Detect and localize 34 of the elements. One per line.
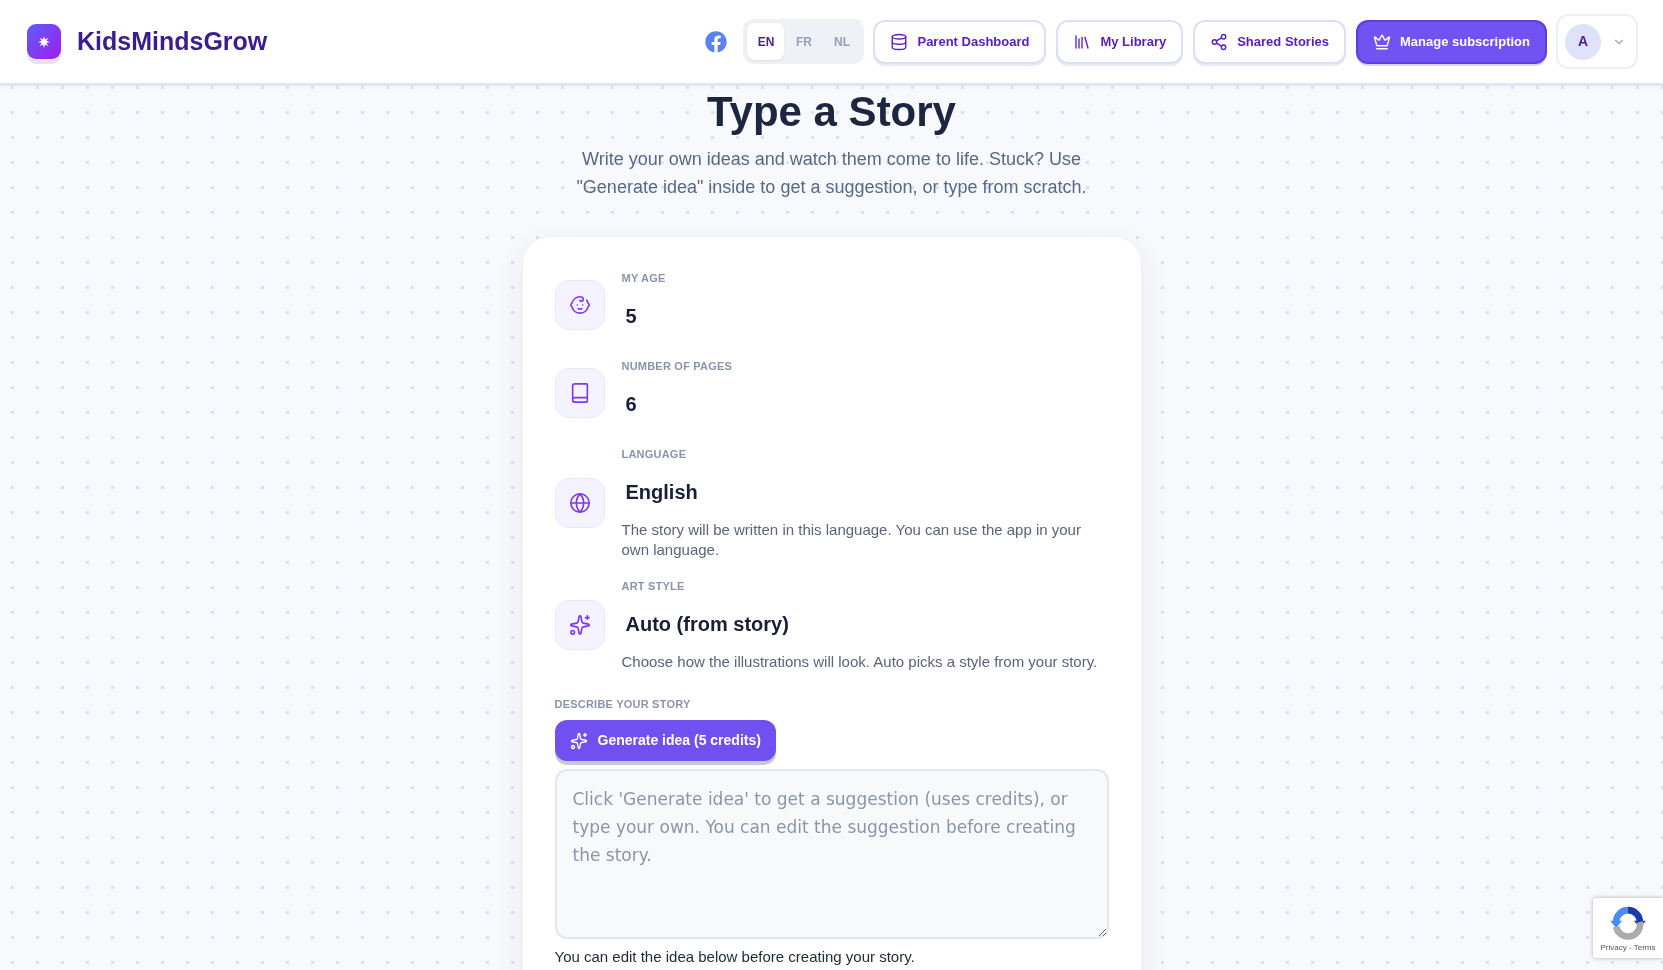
books-icon [1073,32,1092,51]
nav-button[interactable]: Manage subscription [1355,19,1547,64]
section-label: DESCRIBE YOUR STORY [554,697,691,712]
field-label: ART STYLE [621,579,686,594]
field-hint: Choose how the illustrations will look. Auto picks a style from your story. [621,652,1099,672]
field-value: English [624,480,699,505]
crown-icon [1372,32,1391,51]
share-icon [1210,32,1229,51]
logo-text[interactable]: KidsMindsGrow [77,22,268,61]
sparkles-icon [569,731,588,750]
page-title: Type a Story [707,87,956,137]
field-value: Auto (from story) [624,612,790,637]
field-label: NUMBER OF PAGES [621,359,734,374]
page-subtitle: Write your own ideas and watch them come to life. Stuck? Use "Generate idea" inside to get a suggestion, or type from scratch. [575,148,1088,199]
nav-button[interactable]: My Library [1056,19,1184,64]
avatar: A [1565,23,1601,60]
field-value: 6 [624,392,638,417]
database-icon [890,32,909,51]
baby-face-icon [554,280,605,330]
language-tab[interactable]: EN [747,23,785,60]
globe-icon [554,478,605,528]
user-menu-button[interactable]: A [1556,14,1638,69]
story-textarea[interactable]: Click 'Generate idea' to get a suggestion (uses credits), or type your own. You can edit the suggestion before creating the story. [554,769,1109,939]
field-label: MY AGE [621,271,667,286]
nav-button[interactable]: Shared Stories [1193,19,1346,64]
book-icon [554,368,605,418]
field-value: 5 [624,304,638,329]
sparkles-icon [554,600,605,650]
facebook-icon[interactable] [705,30,728,53]
field-label: LANGUAGE [621,447,688,462]
helper-note: You can edit the idea below before creating your story. [554,947,915,967]
privacy-terms-link[interactable]: Privacy - Terms [1600,943,1656,953]
field-hint: The story will be written in this language. You can use the app in your own language. [621,520,1082,560]
nav-button[interactable]: Parent Dashboard [873,19,1047,64]
